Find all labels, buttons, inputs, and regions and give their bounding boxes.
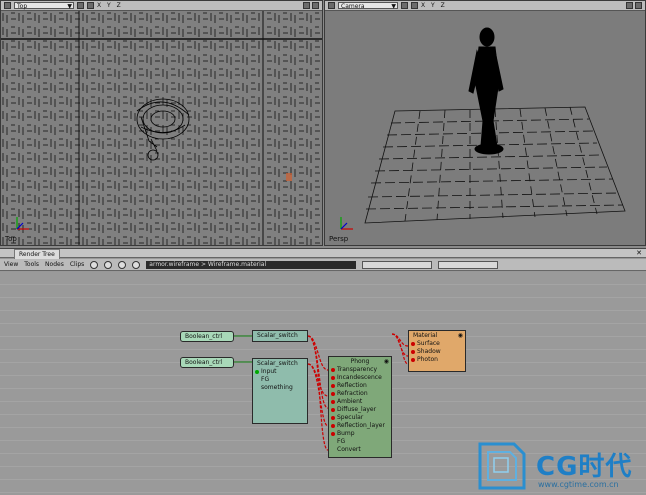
param-fg[interactable]: FG [253,376,307,384]
param-shadow[interactable]: Shadow [409,348,465,356]
view-selector[interactable]: Camera ▼ [338,2,398,10]
port-icon [331,376,335,380]
lock-icon[interactable] [90,260,99,269]
resize-icon[interactable] [635,2,642,9]
display-icon[interactable] [87,2,94,9]
camera-icon[interactable] [401,2,408,9]
boolean-node-1[interactable]: Boolean_ctrl [180,331,234,342]
scalar-switch-node-1[interactable]: Scalar_switch [252,330,308,342]
param-reflection[interactable]: Reflection [329,382,391,390]
param-fg[interactable]: FG [329,438,391,446]
viewport-menu-icon[interactable] [328,2,335,9]
viewport-top[interactable]: Top ▼ X Y Z Top [0,0,323,246]
view-selector[interactable]: Top ▼ [14,2,74,10]
viewport-label: Persp [329,235,349,243]
watermark: CG时代 www.cgtime.com.cn [474,438,644,494]
brand-text: CG时代 [536,452,633,482]
node-title: Scalar_switch [257,332,298,339]
axis-toggle[interactable]: X Y Z [421,2,447,9]
render-tree-titlebar: Render Tree ✕ [0,248,646,260]
render-tree-menubar: View Tools Nodes Clips armor.wireframe >… [0,259,646,271]
param-refraction[interactable]: Refraction [329,390,391,398]
param-input[interactable]: Input [253,368,307,376]
port-icon [255,370,259,374]
port-icon [331,400,335,404]
viewport-label: Top [5,235,17,243]
node-title: Boolean_ctrl [185,359,223,366]
chevron-down-icon: ▼ [67,3,72,10]
viewport-top-toolbar: Top ▼ X Y Z [1,1,322,11]
boolean-node-2[interactable]: Boolean_ctrl [180,357,234,368]
scalar-switch-node-2[interactable]: Scalar_switch Input FG something [252,358,308,424]
param-ambient[interactable]: Ambient [329,398,391,406]
refresh-icon[interactable] [104,260,113,269]
param-photon[interactable]: Photon [409,356,465,364]
viewport-camera[interactable]: Camera ▼ X Y Z Persp [324,0,646,246]
menu-tools[interactable]: Tools [24,261,39,268]
close-icon[interactable]: ✕ [636,249,642,258]
port-icon [331,384,335,388]
param-bump[interactable]: Bump [329,430,391,438]
viewport-camera-toolbar: Camera ▼ X Y Z [325,1,645,11]
param-transparency[interactable]: Transparency [329,366,391,374]
port-icon [331,368,335,372]
brand-url: www.cgtime.com.cn [538,480,619,489]
axis-triad-icon [340,217,353,230]
param-reflection-layer[interactable]: Reflection_layer [329,422,391,430]
param-specular[interactable]: Specular [329,414,391,422]
phong-node[interactable]: Phong ◉ Transparency Incandescence Reflec… [328,356,392,458]
port-icon [331,432,335,436]
port-icon [411,350,415,354]
output-port-icon[interactable]: ◉ [384,357,389,366]
display-icon[interactable] [411,2,418,9]
output-port-icon[interactable]: ◉ [458,331,463,340]
node-title: Boolean_ctrl [185,333,223,340]
node-title: Phong ◉ [350,357,389,366]
axis-triad-icon [16,217,29,230]
update-icon[interactable] [132,260,141,269]
port-icon [331,424,335,428]
port-icon [331,408,335,412]
floor-grid [364,106,626,224]
node-title: Scalar_switch [257,360,298,367]
cg-logo-icon [478,442,526,490]
maximize-icon[interactable] [626,2,633,9]
param-incandescence[interactable]: Incandescence [329,374,391,382]
viewport-menu-icon[interactable] [4,2,11,9]
search-field[interactable] [438,260,499,269]
camera-scene [364,27,626,224]
node-title: Material ◉ [413,331,463,340]
menu-nodes[interactable]: Nodes [45,261,64,268]
menu-clips[interactable]: Clips [70,261,84,268]
param-convert[interactable]: Convert [329,446,391,454]
camera-icon[interactable] [77,2,84,9]
figure-wireframe [468,27,504,155]
param-surface[interactable]: Surface [409,340,465,348]
menu-view[interactable]: View [4,261,18,268]
port-icon [331,416,335,420]
port-icon [411,342,415,346]
port-icon [331,392,335,396]
axis-toggle[interactable]: X Y Z [97,2,123,9]
chevron-down-icon: ▼ [391,3,396,10]
filter-dropdown[interactable] [362,260,433,269]
param-diffuse-layer[interactable]: Diffuse_layer [329,406,391,414]
param-other[interactable]: something [253,384,307,392]
node-path-field[interactable]: armor.wireframe > Wireframe.material [146,260,357,269]
frame-icon[interactable] [118,260,127,269]
port-icon [411,358,415,362]
top-grid [1,11,322,245]
resize-icon[interactable] [312,2,319,9]
material-node[interactable]: Material ◉ Surface Shadow Photon [408,330,466,372]
maximize-icon[interactable] [303,2,310,9]
